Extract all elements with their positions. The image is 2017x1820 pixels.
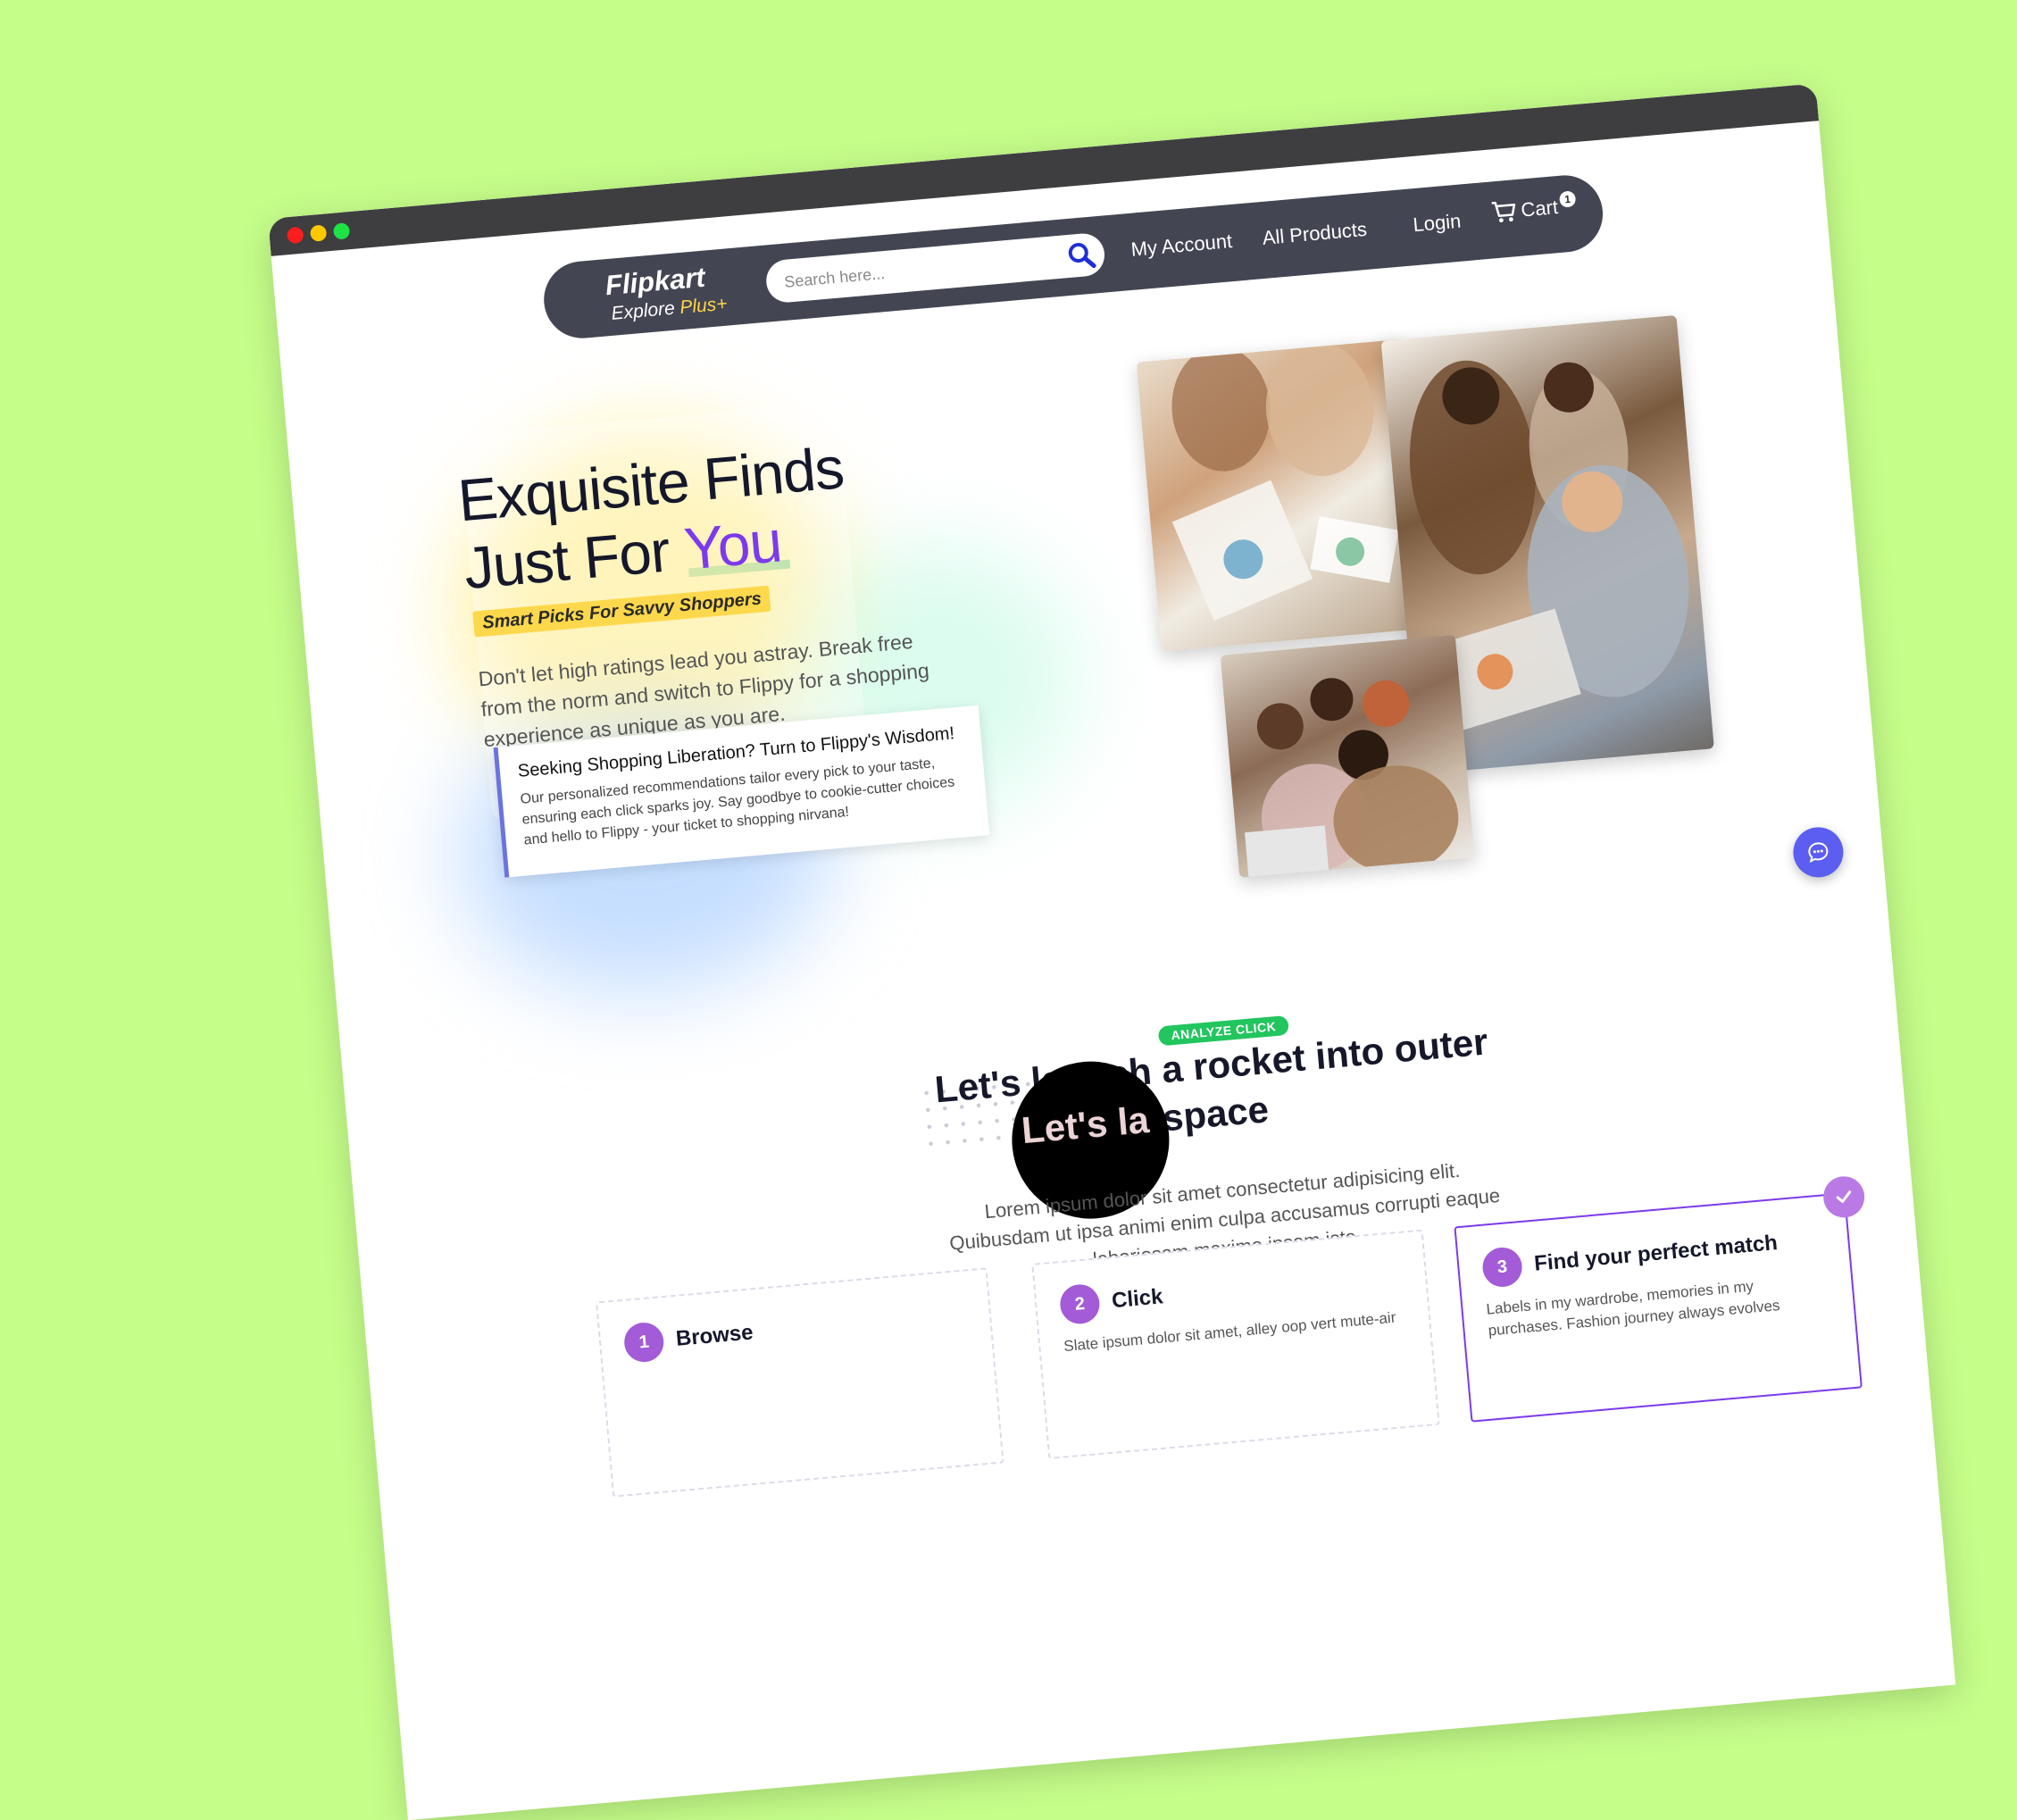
nav-link-all-products[interactable]: All Products bbox=[1262, 218, 1369, 254]
cart-icon bbox=[1491, 201, 1516, 223]
step-number: 3 bbox=[1480, 1246, 1524, 1289]
search-button[interactable] bbox=[1064, 238, 1099, 272]
browser-window: Flipkart Explore Plus+ My Account All Pr… bbox=[268, 83, 1956, 1820]
step-card-click[interactable]: 2 Click Slate ipsum dolor sit amet, alle… bbox=[1031, 1229, 1440, 1460]
step-number: 2 bbox=[1058, 1282, 1102, 1326]
step-title: Click bbox=[1111, 1284, 1164, 1314]
logo-tag-explore: Explore bbox=[610, 297, 676, 324]
logo-tag-plus: Plus+ bbox=[679, 293, 729, 319]
checkmark-icon bbox=[1836, 1190, 1852, 1203]
nav-links: My Account All Products Login bbox=[1130, 210, 1463, 265]
hero-title-accent: You bbox=[681, 507, 784, 582]
step-head: 1 Browse bbox=[622, 1295, 967, 1364]
cart-button[interactable]: Cart 1 bbox=[1489, 190, 1577, 226]
nav-link-login[interactable]: Login bbox=[1412, 210, 1462, 241]
flipkart-logo[interactable]: Flipkart Explore Plus+ bbox=[604, 260, 728, 325]
nav-link-my-account[interactable]: My Account bbox=[1130, 230, 1234, 265]
search-icon bbox=[1068, 243, 1096, 269]
step-title: Find your perfect match bbox=[1533, 1231, 1779, 1276]
chat-icon bbox=[1808, 842, 1829, 863]
group-laptop-photo bbox=[1220, 634, 1475, 878]
maximize-window-button[interactable] bbox=[332, 222, 351, 240]
step-card-find-match[interactable]: 3 Find your perfect match Labels in my w… bbox=[1454, 1192, 1863, 1423]
minimize-window-button[interactable] bbox=[309, 224, 328, 242]
step-number: 1 bbox=[622, 1321, 666, 1364]
cart-count-badge: 1 bbox=[1558, 190, 1577, 208]
close-window-button[interactable] bbox=[286, 226, 304, 245]
search-bar bbox=[764, 231, 1107, 305]
chat-button[interactable] bbox=[1791, 825, 1846, 880]
step-title: Browse bbox=[674, 1320, 754, 1351]
cart-label: Cart bbox=[1520, 196, 1559, 221]
search-input[interactable] bbox=[780, 241, 1054, 299]
step-card-browse[interactable]: 1 Browse bbox=[596, 1267, 1004, 1498]
